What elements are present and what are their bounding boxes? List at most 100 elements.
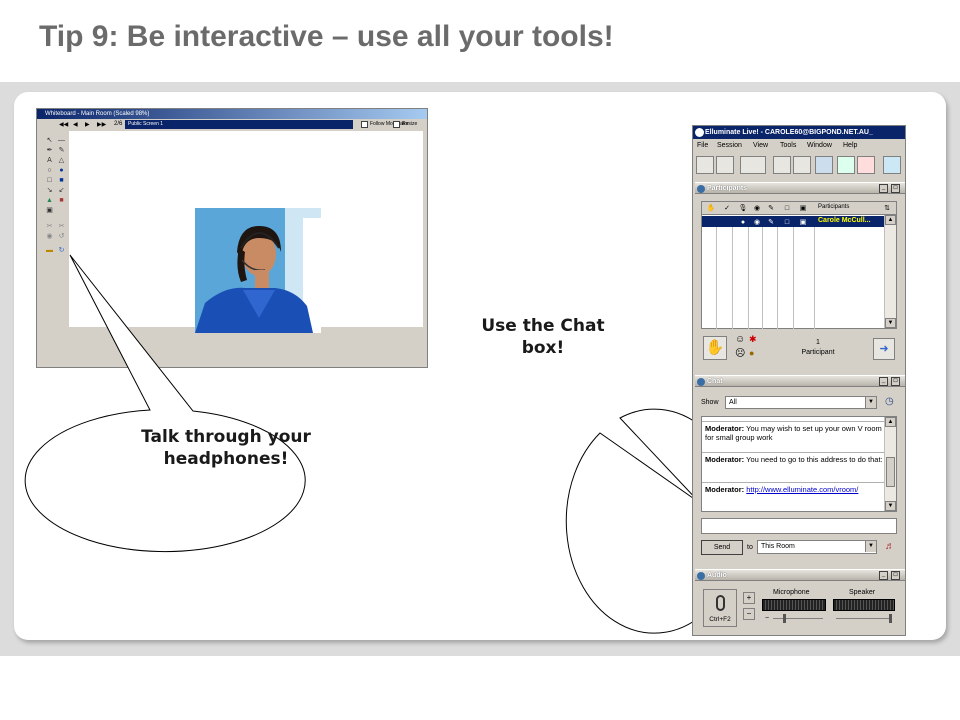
hand-icon[interactable]: [793, 156, 811, 174]
microphone-volume-knob[interactable]: [783, 614, 786, 623]
chat-sender: Moderator:: [705, 455, 745, 464]
emoticon-other-icon[interactable]: ●: [749, 348, 754, 358]
menu-help[interactable]: Help: [843, 142, 857, 149]
participants-panel-title: Participants: [707, 185, 748, 192]
participant-count: 1 Participant: [793, 338, 843, 358]
mic-status-icon: ●: [740, 219, 746, 226]
pen-col-icon: ✎: [768, 205, 774, 212]
print-icon[interactable]: [716, 156, 734, 174]
minus-button[interactable]: −: [743, 608, 755, 620]
show-filter-select[interactable]: All ▼: [725, 396, 877, 409]
list-icon[interactable]: [773, 156, 791, 174]
chat-panel-title: Chat: [707, 378, 723, 385]
layout-icon[interactable]: [740, 156, 766, 174]
show-label: Show: [701, 399, 719, 406]
speaker-level-meter: [833, 599, 895, 611]
headphones-bubble: [24, 254, 306, 553]
participant-count-label: Participant: [801, 349, 835, 356]
scroll-up-icon[interactable]: ▲: [885, 215, 896, 225]
status-col-icon: ✓: [724, 205, 730, 212]
chat-panel-header: Chat _ □: [695, 375, 905, 387]
audio-icon: [697, 572, 705, 580]
participant-count-number: 1: [816, 339, 820, 346]
speaker-volume-slider[interactable]: [836, 618, 891, 619]
chat-sender: Moderator:: [705, 485, 745, 494]
scroll-down-icon[interactable]: ▼: [885, 318, 896, 328]
recipient-chevron-down-icon[interactable]: ▼: [865, 541, 876, 552]
participants-scrollbar[interactable]: ▲ ▼: [884, 215, 896, 328]
app-col-icon: □: [784, 205, 790, 212]
participant-row[interactable]: ● ◉ ✎ □ ▣ Carole McCull...: [702, 216, 884, 227]
chat-bubble-text: Use the Chat box!: [481, 316, 605, 358]
send-button[interactable]: Send: [701, 540, 743, 555]
participants-icon: [697, 185, 705, 193]
participant-name: Carole McCull...: [818, 217, 871, 224]
maximize-icon[interactable]: □: [891, 184, 900, 193]
chat-scroll-thumb[interactable]: [886, 457, 895, 487]
talk-shortcut-label: Ctrl+F2: [709, 616, 731, 623]
sort-icon[interactable]: ⇅: [882, 204, 892, 213]
participants-panel-header: Participants _ □: [695, 182, 905, 194]
clock-icon[interactable]: ◷: [885, 396, 894, 407]
menu-tools[interactable]: Tools: [780, 142, 796, 149]
hand-col-icon: ✋: [706, 205, 716, 212]
emoticon-sad-icon[interactable]: ☹: [735, 348, 745, 359]
chat-minimize-icon[interactable]: _: [879, 377, 888, 386]
screen-share-icon[interactable]: [883, 156, 901, 174]
speaker-label: Speaker: [849, 589, 876, 596]
video-status-icon: ▣: [799, 219, 807, 226]
emotion-alert-icon[interactable]: ✱: [749, 334, 757, 345]
view-status-icon: ◉: [753, 219, 761, 226]
chat-link[interactable]: http://www.elluminate.com/vroom/: [746, 485, 858, 494]
elluminate-logo-icon: [695, 128, 704, 137]
save-icon[interactable]: [696, 156, 714, 174]
cross-icon[interactable]: [857, 156, 875, 174]
menu-window[interactable]: Window: [807, 142, 832, 149]
recipient-select[interactable]: This Room ▼: [757, 540, 877, 554]
menu-session[interactable]: Session: [717, 142, 742, 149]
talk-button[interactable]: Ctrl+F2: [703, 589, 737, 627]
chat-message-input[interactable]: [701, 518, 897, 534]
minimize-icon[interactable]: _: [879, 184, 888, 193]
to-label: to: [747, 544, 753, 551]
audio-panel-header: Audio _ □: [695, 569, 905, 581]
headphones-bubble-text: Talk through your headphones!: [141, 427, 311, 469]
menu-bar: File Session View Tools Window Help: [693, 140, 905, 152]
emoticon-icon[interactable]: ☺: [735, 334, 745, 345]
recipient-value: This Room: [761, 543, 795, 550]
show-filter-value: All: [729, 399, 737, 406]
chat-message: Moderator: You may wish to set up your o…: [705, 424, 883, 442]
app-status-icon: □: [784, 219, 790, 226]
chat-options-icon[interactable]: ♬: [885, 541, 895, 552]
mic-col-icon: 🎙: [738, 205, 748, 212]
chat-scrollbar[interactable]: ▲ ▼: [884, 417, 896, 511]
menu-view[interactable]: View: [753, 142, 768, 149]
elluminate-window: Elluminate Live! - CAROLE60@BIGPOND.NET.…: [692, 125, 906, 636]
chat-icon: [697, 378, 705, 386]
audio-maximize-icon[interactable]: □: [891, 571, 900, 580]
chat-scroll-down-icon[interactable]: ▼: [885, 501, 896, 511]
plus-button[interactable]: +: [743, 592, 755, 604]
poll-icon[interactable]: [815, 156, 833, 174]
audio-minimize-icon[interactable]: _: [879, 571, 888, 580]
speaker-volume-knob[interactable]: [889, 614, 892, 623]
participants-list: ✋ ✓ 🎙 ◉ ✎ □ ▣ Participants ⇅ ● ◉ ✎ □ ▣ C…: [701, 201, 897, 329]
participants-list-header: ✋ ✓ 🎙 ◉ ✎ □ ▣ Participants ⇅: [702, 202, 896, 215]
chat-message: Moderator: You need to go to this addres…: [705, 455, 883, 464]
pen-status-icon: ✎: [768, 219, 774, 226]
chat-message: Moderator: http://www.elluminate.com/vro…: [705, 485, 883, 494]
microphone-volume-slider[interactable]: [773, 618, 823, 619]
microphone-icon: [716, 595, 725, 611]
participants-column-label: Participants: [818, 204, 850, 210]
chat-maximize-icon[interactable]: □: [891, 377, 900, 386]
chat-scroll-up-icon[interactable]: ▲: [885, 417, 896, 427]
chevron-down-icon[interactable]: ▼: [865, 397, 876, 408]
menu-file[interactable]: File: [697, 142, 708, 149]
check-icon[interactable]: [837, 156, 855, 174]
exit-room-icon[interactable]: ➜: [873, 338, 895, 360]
chat-transcript[interactable]: Moderator: You may wish to set up your o…: [701, 416, 897, 512]
raise-hand-icon[interactable]: ✋: [703, 336, 727, 360]
chat-sender: Moderator:: [705, 424, 745, 433]
chat-text: You need to go to this address to do tha…: [746, 455, 883, 464]
video-col-icon: ▣: [799, 205, 807, 212]
